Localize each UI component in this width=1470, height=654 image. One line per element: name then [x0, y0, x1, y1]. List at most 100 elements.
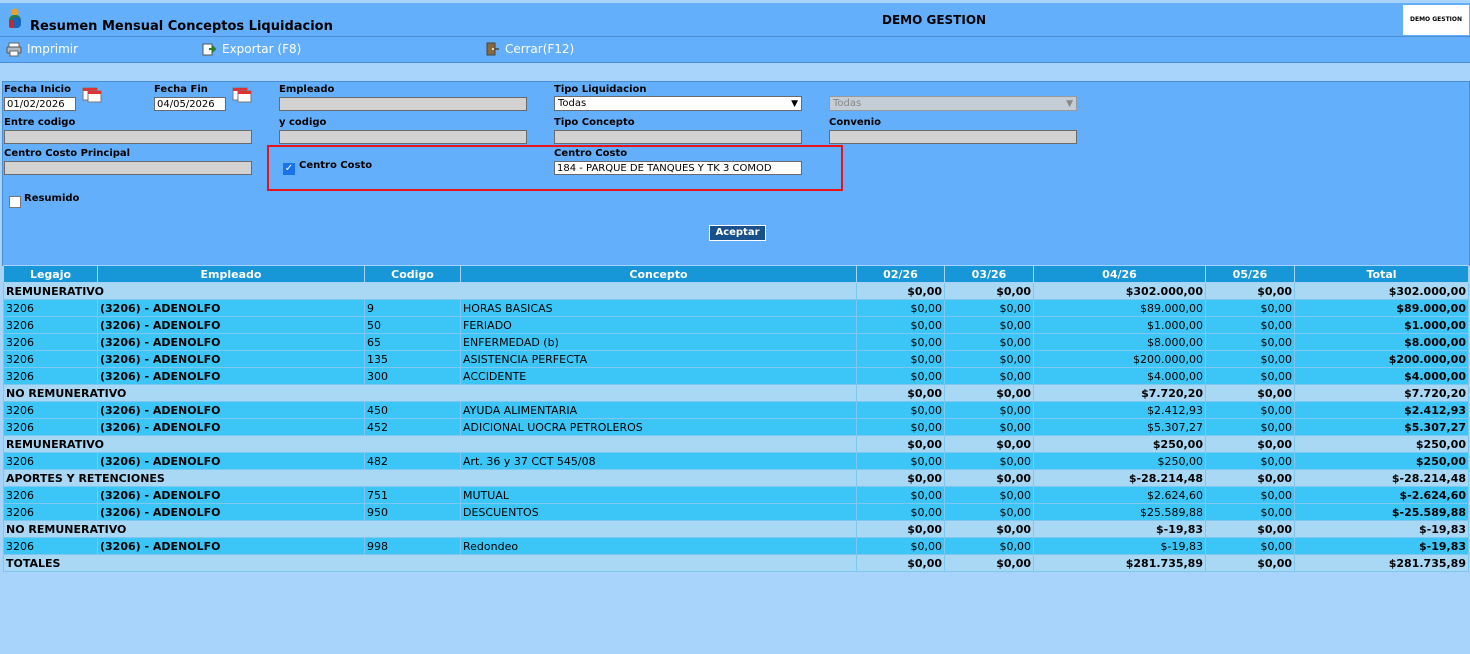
cell-amount: $0,00: [944, 452, 1034, 470]
cell-amount: $4.000,00: [1294, 367, 1469, 385]
cell-legajo: 3206: [3, 350, 98, 368]
cell-amount: $0,00: [856, 520, 945, 538]
cell-legajo: 3206: [3, 299, 98, 317]
tipo-concepto-input[interactable]: [554, 130, 802, 144]
cell-legajo: 3206: [3, 452, 98, 470]
cell-amount: $0,00: [856, 537, 945, 555]
cell-concepto: MUTUAL: [460, 486, 857, 504]
export-button[interactable]: Exportar (F8): [201, 41, 301, 57]
cell-amount: $200.000,00: [1033, 350, 1206, 368]
filter-panel: Fecha Inicio 01/02/2026 Fecha Fin 04/05/…: [2, 81, 1470, 266]
cell-amount: $0,00: [944, 367, 1034, 385]
cell-amount: $0,00: [1205, 554, 1295, 572]
y-codigo-label: y codigo: [279, 117, 327, 128]
brand-logo: DEMO GESTION: [1403, 5, 1469, 35]
cell-legajo: 3206: [3, 418, 98, 436]
title-bar: Resumen Mensual Conceptos Liquidacion DE…: [0, 3, 1470, 37]
cell-amount: $0,00: [1205, 503, 1295, 521]
printer-icon: [6, 42, 22, 57]
cell-amount: $2.412,93: [1033, 401, 1206, 419]
results-table: Legajo Empleado Codigo Concepto 02/26 03/26 04…: [3, 265, 1469, 572]
group-title: NO REMUNERATIVO: [3, 384, 857, 402]
cell-amount: $-28.214,48: [1033, 469, 1206, 487]
column-header[interactable]: 05/26: [1205, 265, 1295, 283]
cell-amount: $0,00: [856, 367, 945, 385]
column-header[interactable]: Concepto: [460, 265, 857, 283]
secondary-select: Todas ▼: [829, 96, 1077, 111]
cell-empleado: (3206) - ADENOLFO: [97, 367, 365, 385]
totals-row: TOTALES $0,00 $0,00 $281.735,89 $0,00 $281.73…: [3, 554, 1469, 572]
convenio-label: Convenio: [829, 117, 882, 128]
cell-amount: $0,00: [944, 350, 1034, 368]
table-body: REMUNERATIVO $0,00 $0,00 $302.000,00 $0,00 $3…: [3, 282, 1469, 572]
cell-amount: $-28.214,48: [1294, 469, 1469, 487]
accept-button[interactable]: Aceptar: [709, 225, 766, 241]
group-title: NO REMUNERATIVO: [3, 520, 857, 538]
cell-amount: $0,00: [856, 316, 945, 334]
empleado-input[interactable]: [279, 97, 527, 111]
cell-empleado: (3206) - ADENOLFO: [97, 333, 365, 351]
column-header[interactable]: Legajo: [3, 265, 98, 283]
cell-amount: $2.412,93: [1294, 401, 1469, 419]
cell-amount: $0,00: [856, 401, 945, 419]
cell-concepto: Art. 36 y 37 CCT 545/08: [460, 452, 857, 470]
print-button[interactable]: Imprimir: [6, 41, 78, 57]
cell-amount: $0,00: [944, 299, 1034, 317]
resumido-checkbox[interactable]: [9, 196, 21, 208]
calendar-icon[interactable]: [231, 85, 253, 103]
cell-amount: $0,00: [1205, 520, 1295, 538]
cell-amount: $0,00: [944, 503, 1034, 521]
group-title: REMUNERATIVO: [3, 282, 857, 300]
cell-amount: $0,00: [856, 503, 945, 521]
table-row: 3206 (3206) - ADENOLFO 998 Redondeo $0,00 $0,…: [3, 537, 1469, 555]
cell-amount: $0,00: [944, 486, 1034, 504]
cell-amount: $0,00: [1205, 537, 1295, 555]
y-codigo-input[interactable]: [279, 130, 527, 144]
cell-amount: $281.735,89: [1294, 554, 1469, 572]
cell-codigo: 65: [364, 333, 461, 351]
app-logo-icon: [9, 8, 21, 28]
calendar-icon[interactable]: [81, 85, 103, 103]
tipo-concepto-label: Tipo Concepto: [554, 117, 635, 128]
group-row: NO REMUNERATIVO $0,00 $0,00 $-19,83 $0,00 $-1…: [3, 520, 1469, 538]
cell-amount: $8.000,00: [1294, 333, 1469, 351]
column-header[interactable]: Empleado: [97, 265, 365, 283]
highlight-box: [267, 145, 843, 191]
cell-amount: $0,00: [856, 435, 945, 453]
table-header: Legajo Empleado Codigo Concepto 02/26 03/26 04…: [3, 265, 1469, 283]
page-title: Resumen Mensual Conceptos Liquidacion: [30, 19, 333, 34]
column-header[interactable]: Total: [1294, 265, 1469, 283]
column-header[interactable]: 03/26: [944, 265, 1034, 283]
entre-codigo-label: Entre codigo: [4, 117, 76, 128]
fecha-inicio-input[interactable]: 01/02/2026: [4, 97, 76, 111]
table-row: 3206 (3206) - ADENOLFO 450 AYUDA ALIMENTARI…: [3, 401, 1469, 419]
cell-amount: $1.000,00: [1294, 316, 1469, 334]
cell-amount: $302.000,00: [1033, 282, 1206, 300]
cell-legajo: 3206: [3, 316, 98, 334]
column-header[interactable]: Codigo: [364, 265, 461, 283]
cell-amount: $0,00: [1205, 401, 1295, 419]
tipo-liquidacion-select[interactable]: Todas ▼: [554, 96, 802, 111]
cell-amount: $1.000,00: [1033, 316, 1206, 334]
cell-amount: $0,00: [944, 554, 1034, 572]
cell-amount: $0,00: [944, 520, 1034, 538]
cell-empleado: (3206) - ADENOLFO: [97, 350, 365, 368]
table-row: 3206 (3206) - ADENOLFO 65 ENFERMEDAD (b) $0,…: [3, 333, 1469, 351]
entre-codigo-input[interactable]: [4, 130, 252, 144]
cell-amount: $281.735,89: [1033, 554, 1206, 572]
column-header[interactable]: 02/26: [856, 265, 945, 283]
cell-codigo: 50: [364, 316, 461, 334]
convenio-input[interactable]: [829, 130, 1077, 144]
cell-amount: $0,00: [856, 350, 945, 368]
close-button[interactable]: Cerrar(F12): [484, 41, 574, 57]
column-header[interactable]: 04/26: [1033, 265, 1206, 283]
cell-concepto: Redondeo: [460, 537, 857, 555]
cell-amount: $0,00: [1205, 452, 1295, 470]
fecha-fin-input[interactable]: 04/05/2026: [154, 97, 226, 111]
cell-amount: $0,00: [1205, 282, 1295, 300]
cell-amount: $0,00: [1205, 384, 1295, 402]
cell-concepto: ADICIONAL UOCRA PETROLEROS: [460, 418, 857, 436]
centro-costo-principal-input[interactable]: [4, 161, 252, 175]
cell-amount: $0,00: [1205, 435, 1295, 453]
cell-amount: $5.307,27: [1033, 418, 1206, 436]
